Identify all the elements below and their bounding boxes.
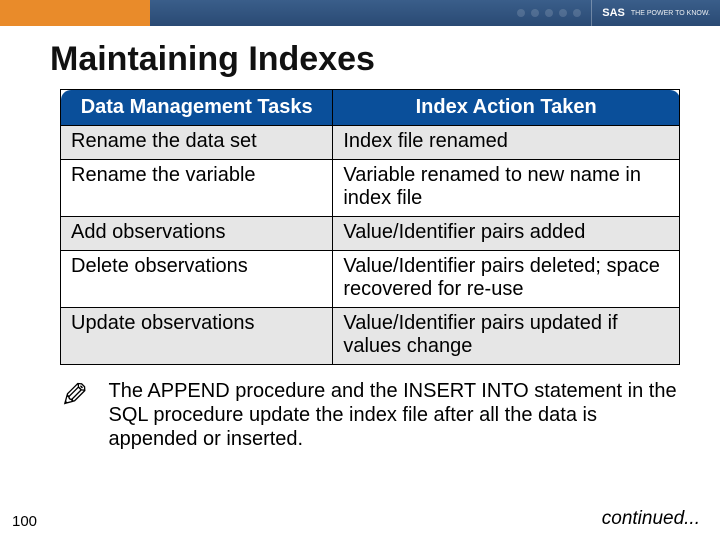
cell-action: Value/Identifier pairs updated if values… <box>333 308 680 365</box>
footnote-text: The APPEND procedure and the INSERT INTO… <box>109 379 681 451</box>
footnote: ✎ The APPEND procedure and the INSERT IN… <box>0 365 720 451</box>
orange-accent-block <box>0 0 150 26</box>
header-tasks: Data Management Tasks <box>61 90 333 126</box>
cell-task: Rename the variable <box>61 160 333 217</box>
cell-action: Value/Identifier pairs added <box>333 217 680 251</box>
cell-task: Add observations <box>61 217 333 251</box>
slide-title: Maintaining Indexes <box>0 26 720 89</box>
cell-task: Update observations <box>61 308 333 365</box>
task-table: Data Management Tasks Index Action Taken… <box>60 89 680 365</box>
cell-action: Index file renamed <box>333 126 680 160</box>
cell-task: Rename the data set <box>61 126 333 160</box>
table-row: Delete observations Value/Identifier pai… <box>61 251 680 308</box>
cell-action: Variable renamed to new name in index fi… <box>333 160 680 217</box>
table-header-row: Data Management Tasks Index Action Taken <box>61 90 680 126</box>
pencil-icon: ✎ <box>60 379 89 413</box>
cell-task: Delete observations <box>61 251 333 308</box>
table-row: Add observations Value/Identifier pairs … <box>61 217 680 251</box>
brand-name: SAS <box>602 7 625 19</box>
table-row: Update observations Value/Identifier pai… <box>61 308 680 365</box>
continued-label: continued... <box>602 508 700 530</box>
brand-logo: SAS THE POWER TO KNOW. <box>591 0 720 26</box>
table-row: Rename the data set Index file renamed <box>61 126 680 160</box>
task-table-container: Data Management Tasks Index Action Taken… <box>0 89 720 365</box>
table-row: Rename the variable Variable renamed to … <box>61 160 680 217</box>
top-bar: SAS THE POWER TO KNOW. <box>0 0 720 26</box>
header-action: Index Action Taken <box>333 90 680 126</box>
cell-action: Value/Identifier pairs deleted; space re… <box>333 251 680 308</box>
page-number: 100 <box>12 513 37 530</box>
brand-tagline: THE POWER TO KNOW. <box>631 10 710 17</box>
decorative-dots <box>517 0 591 26</box>
